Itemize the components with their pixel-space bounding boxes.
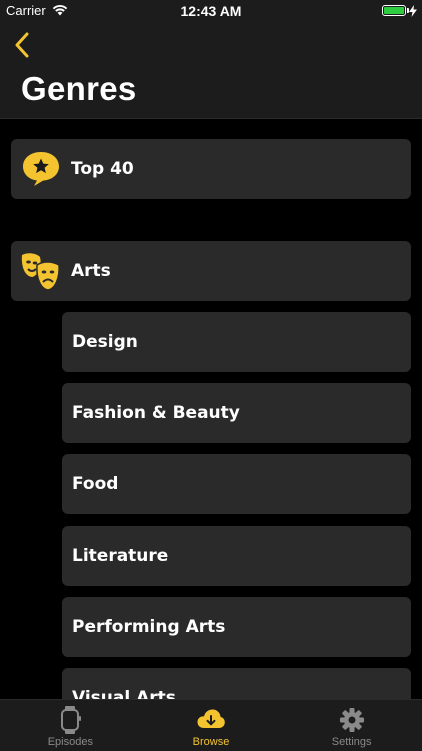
subgenre-row-fashion-beauty[interactable]: Fashion & Beauty (62, 383, 411, 443)
tab-browse[interactable]: Browse (141, 700, 282, 751)
genre-row-top-40[interactable]: Top 40 (11, 139, 411, 199)
watch-icon (61, 706, 82, 734)
subgenre-label: Literature (72, 546, 169, 566)
subgenre-label: Visual Arts (72, 688, 176, 699)
back-button[interactable] (8, 28, 36, 62)
subgenre-row-performing-arts[interactable]: Performing Arts (62, 597, 411, 657)
subgenre-label: Food (72, 474, 119, 494)
tab-bar: Episodes Browse Settings (0, 699, 422, 751)
subgenre-row-design[interactable]: Design (62, 312, 411, 372)
star-speech-bubble-icon (19, 147, 63, 191)
tab-episodes[interactable]: Episodes (0, 700, 141, 751)
battery-level (384, 7, 404, 14)
charging-bolt-icon (409, 5, 417, 17)
gear-icon (339, 708, 364, 732)
battery-icon (382, 5, 406, 16)
subgenre-row-food[interactable]: Food (62, 454, 411, 514)
subgenre-row-literature[interactable]: Literature (62, 526, 411, 586)
subgenre-label: Design (72, 332, 138, 352)
page-title: Genres (21, 70, 137, 107)
subgenre-label: Fashion & Beauty (72, 403, 240, 423)
genre-label: Top 40 (71, 159, 134, 179)
chevron-left-icon (15, 32, 29, 58)
tab-label: Settings (331, 736, 372, 748)
navigation-bar: Genres (0, 22, 422, 119)
cloud-download-icon (197, 709, 225, 728)
genre-row-arts[interactable]: Arts (11, 241, 411, 301)
subgenre-label: Performing Arts (72, 617, 226, 637)
genre-label: Arts (71, 261, 111, 281)
theater-masks-icon (19, 249, 63, 293)
tab-settings[interactable]: Settings (281, 700, 422, 751)
genre-list: Top 40 Arts Design Fashion & Beauty Food… (0, 119, 422, 699)
subgenre-row-visual-arts[interactable]: Visual Arts (62, 668, 411, 699)
tab-label: Episodes (47, 736, 93, 748)
clock: 12:43 AM (180, 3, 242, 19)
tab-label: Browse (192, 736, 230, 748)
status-bar: Carrier 12:43 AM (0, 0, 422, 22)
